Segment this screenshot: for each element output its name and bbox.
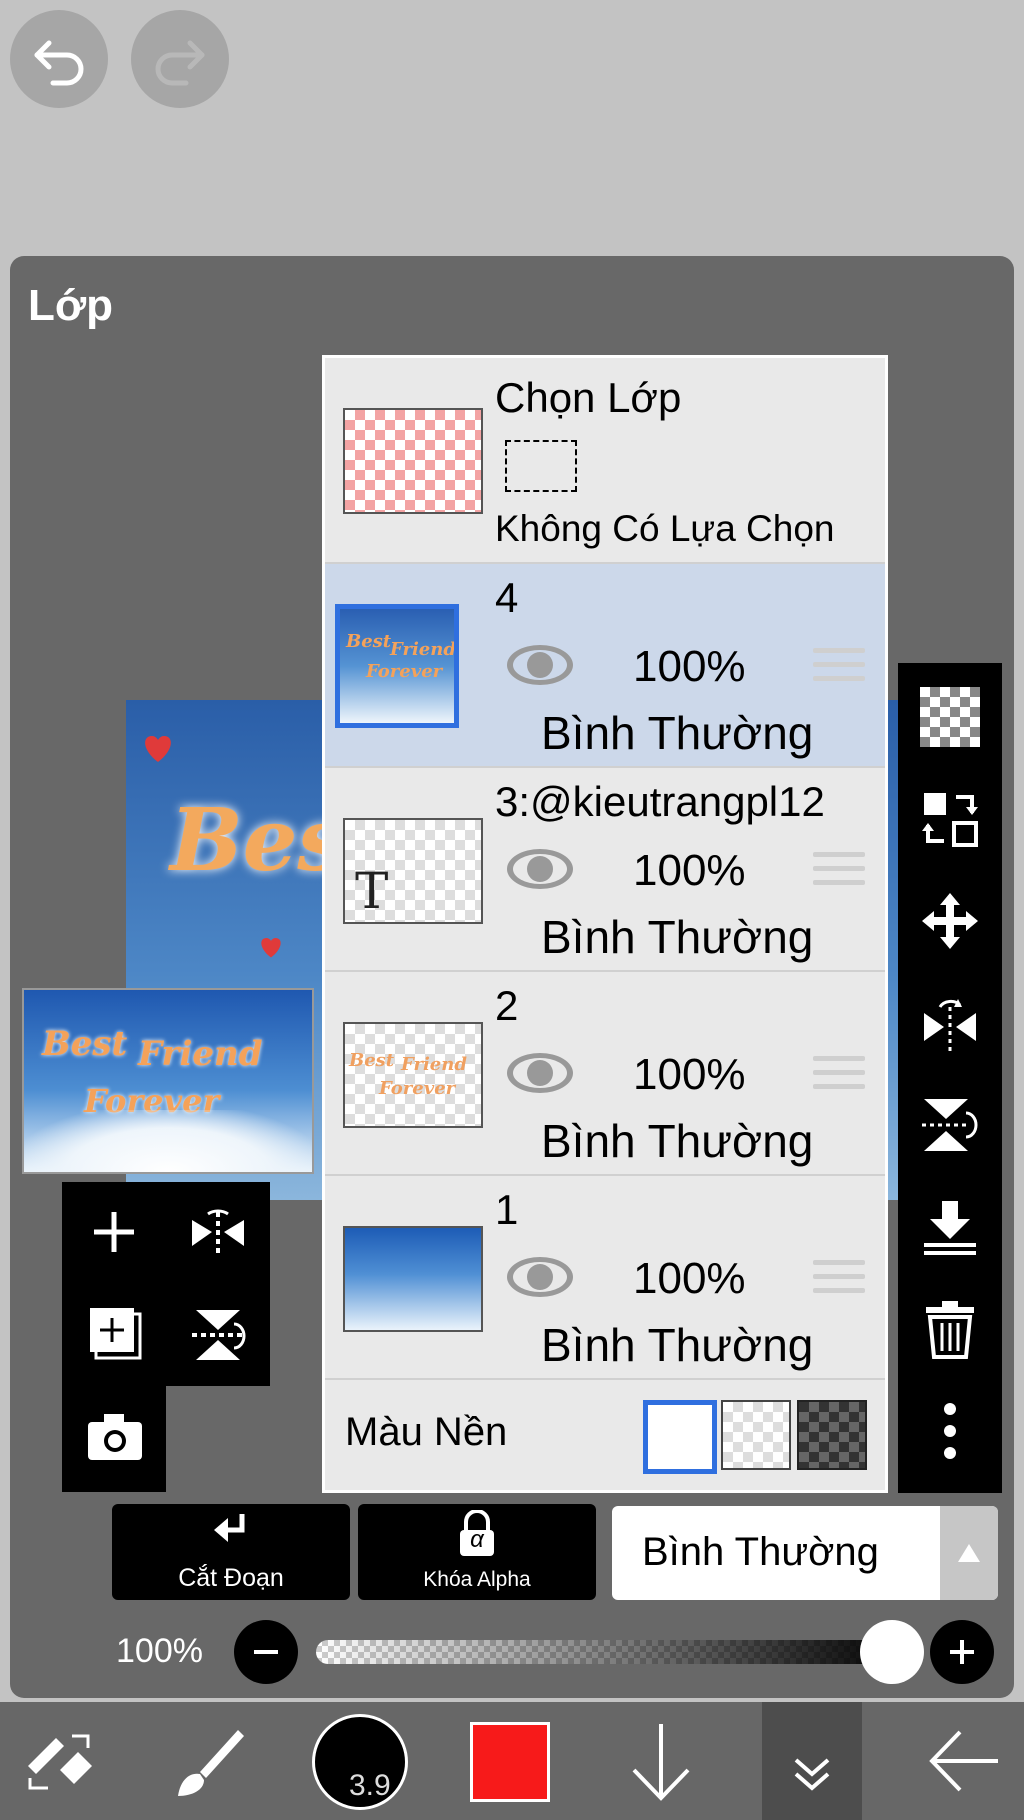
drag-handle-icon[interactable]: [813, 1260, 865, 1304]
right-toolbar: [898, 663, 1002, 1493]
background-color-row: Màu Nền: [325, 1380, 885, 1490]
flip-horizontal-icon[interactable]: [188, 1206, 248, 1260]
layer-thumbnail: [343, 1226, 483, 1332]
heart-icon: [145, 736, 171, 762]
add-layer-icon[interactable]: [90, 1208, 138, 1256]
layer-row-1[interactable]: 1 100% Bình Thường: [325, 1176, 885, 1380]
layer-row-4[interactable]: Best Friend Forever 4 100% Bình Thường: [325, 564, 885, 768]
background-dark-swatch[interactable]: [797, 1400, 867, 1470]
clipping-arrow-icon: [214, 1514, 245, 1542]
swap-layers-icon[interactable]: [920, 789, 980, 849]
opacity-increase-button[interactable]: [930, 1620, 994, 1684]
alpha-lock-button[interactable]: α Khóa Alpha: [358, 1504, 596, 1600]
eye-icon[interactable]: [505, 1254, 575, 1300]
opacity-value: 100%: [116, 1632, 203, 1670]
layer-row-2[interactable]: Best Friend Forever 2 100% Bình Thường: [325, 972, 885, 1176]
opacity-slider-track[interactable]: [316, 1640, 906, 1664]
thumbnail-text-best: Best: [42, 1024, 128, 1064]
background-transparent-swatch[interactable]: [721, 1400, 791, 1470]
clipping-label: Cắt Đoạn: [178, 1564, 284, 1592]
redo-button[interactable]: [131, 10, 229, 108]
layer-opacity: 100%: [633, 642, 746, 691]
layer-list: Chọn Lớp Không Có Lựa Chọn Best Friend F…: [322, 355, 888, 1493]
brush-eraser-toggle-icon[interactable]: [22, 1726, 98, 1796]
canvas-thumbnail[interactable]: Best Friend Forever: [22, 988, 314, 1174]
blend-mode-dropdown[interactable]: [940, 1506, 998, 1600]
brush-size-button[interactable]: 3.9: [312, 1714, 408, 1810]
move-icon[interactable]: [920, 891, 980, 951]
layer-blend-mode: Bình Thường: [541, 1319, 814, 1371]
undo-button[interactable]: [10, 10, 108, 108]
undo-icon: [34, 40, 84, 86]
camera-icon[interactable]: [86, 1412, 144, 1462]
add-copy-layer-icon[interactable]: [86, 1304, 146, 1364]
selection-row[interactable]: Chọn Lớp Không Có Lựa Chọn: [325, 358, 885, 564]
text-layer-icon: T: [355, 862, 389, 920]
brush-icon[interactable]: [170, 1722, 250, 1802]
eye-icon[interactable]: [505, 1050, 575, 1096]
blend-mode-value: Bình Thường: [642, 1530, 879, 1574]
minus-icon: [254, 1650, 278, 1654]
drag-handle-icon[interactable]: [813, 852, 865, 896]
alpha-glyph: α: [470, 1526, 484, 1553]
color-swatch[interactable]: [470, 1722, 550, 1802]
layer-name: 2: [495, 982, 519, 1029]
blend-mode-select[interactable]: Bình Thường: [612, 1506, 998, 1600]
heart-icon: [261, 938, 281, 958]
triangle-up-icon: [958, 1544, 980, 1562]
flip-horizontal-icon[interactable]: [920, 993, 980, 1053]
layer-thumbnail: T: [343, 818, 483, 924]
layer-opacity: 100%: [633, 846, 746, 895]
layer-name: 1: [495, 1186, 519, 1233]
arrow-down-icon[interactable]: [628, 1720, 694, 1804]
thumbnail-text-friend: Friend: [138, 1034, 263, 1074]
alpha-lock-label: Khóa Alpha: [423, 1568, 531, 1591]
selection-marquee-icon: [505, 440, 577, 492]
plus-icon: [950, 1640, 974, 1664]
opacity-slider-thumb[interactable]: [860, 1620, 924, 1684]
double-chevron-down-icon: [794, 1758, 830, 1791]
eye-icon[interactable]: [505, 846, 575, 892]
trash-icon[interactable]: [920, 1299, 980, 1359]
redo-icon: [155, 40, 205, 86]
background-white-swatch[interactable]: [643, 1400, 717, 1474]
layer-thumbnail: Best Friend Forever: [343, 1022, 483, 1128]
selection-thumbnail: [343, 408, 483, 514]
drag-handle-icon[interactable]: [813, 1056, 865, 1100]
brush-size-value: 3.9: [349, 1769, 391, 1802]
layer-row-3[interactable]: T 3:@kieutrangpl12 100% Bình Thường: [325, 768, 885, 972]
transparency-icon[interactable]: [920, 687, 980, 747]
flip-vertical-icon[interactable]: [188, 1306, 248, 1364]
flip-vertical-icon[interactable]: [920, 1095, 980, 1155]
clouds: [24, 1110, 312, 1172]
opacity-decrease-button[interactable]: [234, 1620, 298, 1684]
background-color-label: Màu Nền: [345, 1410, 508, 1454]
selection-status: Không Có Lựa Chọn: [495, 508, 835, 549]
bottom-toolbar: 3.9: [0, 1702, 1024, 1820]
more-options-icon[interactable]: [920, 1401, 980, 1461]
drag-handle-icon[interactable]: [813, 648, 865, 692]
layer-thumbnail: Best Friend Forever: [335, 604, 459, 728]
layer-opacity: 100%: [633, 1254, 746, 1303]
merge-down-icon[interactable]: [920, 1197, 980, 1257]
panel-title: Lớp: [28, 281, 114, 330]
layer-name: 3:@kieutrangpl12: [495, 778, 825, 825]
layer-blend-mode: Bình Thường: [541, 707, 814, 759]
back-arrow-icon[interactable]: [926, 1726, 1002, 1796]
layer-opacity: 100%: [633, 1050, 746, 1099]
clipping-button[interactable]: Cắt Đoạn: [112, 1504, 350, 1600]
layer-blend-mode: Bình Thường: [541, 911, 814, 963]
layers-button[interactable]: [762, 1702, 862, 1820]
layer-name: 4: [495, 574, 519, 621]
eye-icon[interactable]: [505, 642, 575, 688]
selection-title: Chọn Lớp: [495, 374, 682, 421]
layer-blend-mode: Bình Thường: [541, 1115, 814, 1167]
